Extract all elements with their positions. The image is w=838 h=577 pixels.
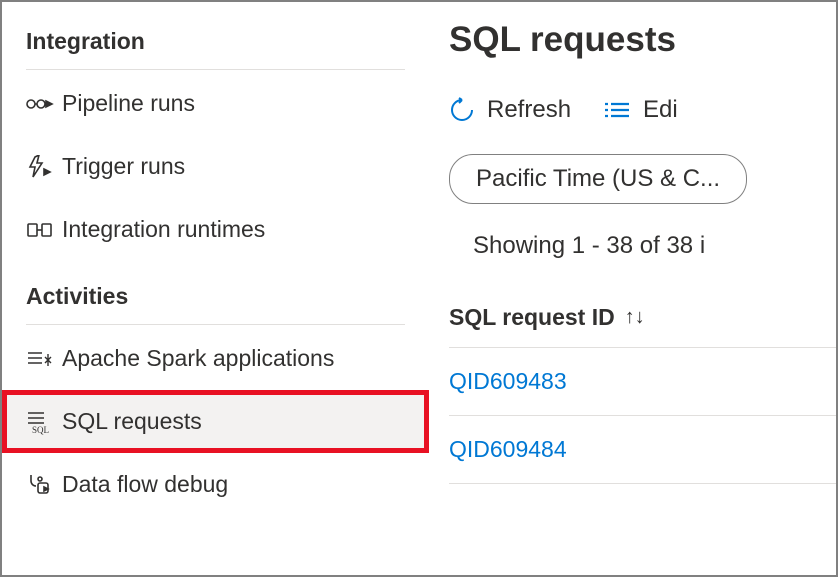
sql-request-link[interactable]: QID609483 xyxy=(449,368,567,394)
edit-label: Edi xyxy=(643,96,678,124)
sort-icon: ↑↓ xyxy=(625,306,645,329)
sql-request-link[interactable]: QID609484 xyxy=(449,436,567,462)
edit-columns-button[interactable]: Edi xyxy=(603,96,678,124)
nav-label: Integration runtimes xyxy=(62,216,265,243)
nav-label: Apache Spark applications xyxy=(62,345,334,372)
refresh-button[interactable]: Refresh xyxy=(449,96,571,124)
nav-label: Trigger runs xyxy=(62,153,185,180)
spark-icon xyxy=(26,348,62,370)
column-header-sql-request-id[interactable]: SQL request ID ↑↓ xyxy=(449,288,836,348)
data-flow-debug-icon xyxy=(26,473,62,497)
sidebar: Integration Pipeline runs Trigger runs xyxy=(2,2,429,575)
edit-columns-icon xyxy=(603,100,631,120)
results-count: Showing 1 - 38 of 38 i xyxy=(449,232,836,260)
divider xyxy=(26,324,405,325)
sidebar-item-sql-requests[interactable]: SQL SQL requests xyxy=(2,390,429,453)
section-header-integration: Integration xyxy=(2,20,429,69)
sidebar-item-pipeline-runs[interactable]: Pipeline runs xyxy=(2,72,429,135)
sidebar-item-integration-runtimes[interactable]: Integration runtimes xyxy=(2,198,429,261)
column-header-label: SQL request ID xyxy=(449,304,615,331)
refresh-icon xyxy=(449,97,475,123)
trigger-runs-icon xyxy=(26,155,62,179)
main-panel: SQL requests Refresh Edi Pacific Time (U… xyxy=(429,2,836,575)
sql-icon: SQL xyxy=(26,409,62,435)
nav-label: Pipeline runs xyxy=(62,90,195,117)
nav-label: SQL requests xyxy=(62,408,202,435)
sidebar-item-spark-applications[interactable]: Apache Spark applications xyxy=(2,327,429,390)
divider xyxy=(26,69,405,70)
timezone-selector[interactable]: Pacific Time (US & C... xyxy=(449,154,747,204)
svg-text:SQL: SQL xyxy=(32,425,49,435)
integration-runtimes-icon xyxy=(26,220,62,240)
toolbar: Refresh Edi xyxy=(449,96,836,124)
refresh-label: Refresh xyxy=(487,96,571,124)
pipeline-runs-icon xyxy=(26,93,62,115)
table-row: QID609483 xyxy=(449,348,836,416)
nav-label: Data flow debug xyxy=(62,471,228,498)
section-header-activities: Activities xyxy=(2,275,429,324)
sidebar-item-trigger-runs[interactable]: Trigger runs xyxy=(2,135,429,198)
sidebar-item-data-flow-debug[interactable]: Data flow debug xyxy=(2,453,429,516)
page-title: SQL requests xyxy=(449,20,836,60)
table-row: QID609484 xyxy=(449,416,836,484)
